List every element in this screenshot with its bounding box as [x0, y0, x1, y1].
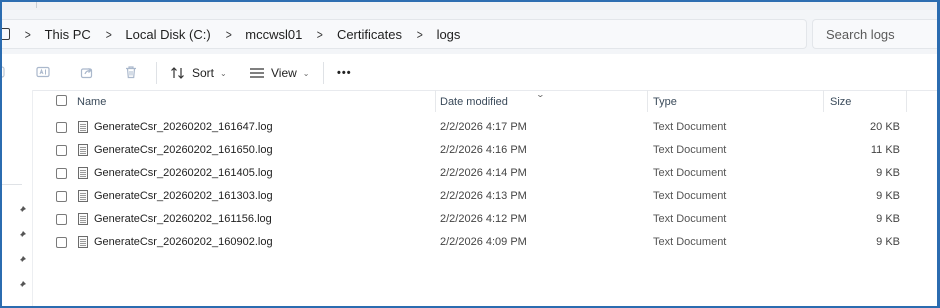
file-size: 11 KB [870, 144, 900, 156]
pin-icon[interactable] [17, 230, 27, 240]
column-header-name[interactable]: Name [77, 96, 106, 108]
file-date-modified: 2/2/2026 4:13 PM [440, 190, 527, 202]
title-bar-strip [0, 0, 937, 10]
view-button[interactable]: View ⌄ [249, 62, 310, 84]
row-checkbox[interactable] [56, 145, 67, 156]
chevron-down-icon: ⌄ [302, 68, 310, 78]
chevron-right-icon[interactable]: > [106, 27, 112, 42]
new-item-icon[interactable] [0, 65, 6, 79]
chevron-down-icon: ⌄ [220, 68, 227, 78]
pin-icon[interactable] [17, 205, 27, 215]
view-label: View [271, 66, 297, 80]
this-pc-icon[interactable] [0, 28, 10, 40]
file-type: Text Document [653, 167, 727, 179]
file-date-modified: 2/2/2026 4:16 PM [440, 144, 527, 156]
row-checkbox[interactable] [56, 237, 67, 248]
address-row: > This PC > Local Disk (C:) > mccwsl01 >… [0, 10, 938, 54]
command-bar: Sort ⌄ View ⌄ ••• [0, 54, 937, 91]
search-input[interactable] [826, 26, 936, 42]
text-file-icon [78, 236, 88, 248]
sort-button[interactable]: Sort ⌄ [170, 62, 227, 84]
file-type: Text Document [653, 144, 727, 156]
column-divider[interactable] [906, 90, 907, 112]
file-date-modified: 2/2/2026 4:12 PM [440, 213, 527, 225]
share-icon[interactable] [80, 65, 94, 79]
text-file-icon [78, 121, 88, 133]
file-size: 9 KB [876, 213, 900, 225]
navigation-pane [0, 90, 32, 306]
file-size: 9 KB [876, 236, 900, 248]
chevron-right-icon[interactable]: > [317, 27, 323, 42]
toolbar-divider [156, 62, 157, 84]
file-type: Text Document [653, 190, 727, 202]
file-row[interactable]: GenerateCsr_20260202_161303.log 2/2/2026… [33, 185, 937, 208]
nav-separator [0, 184, 22, 185]
sort-label: Sort [192, 66, 215, 80]
breadcrumb-local-disk[interactable]: Local Disk (C:) [125, 27, 210, 42]
column-header-date[interactable]: Date modified [440, 96, 508, 108]
pin-icon[interactable] [17, 280, 27, 290]
chevron-right-icon[interactable]: > [25, 27, 31, 42]
toolbar-divider [323, 62, 324, 84]
file-date-modified: 2/2/2026 4:17 PM [440, 121, 527, 133]
breadcrumb-mccwsl01[interactable]: mccwsl01 [245, 27, 302, 42]
row-checkbox[interactable] [56, 122, 67, 133]
file-row[interactable]: GenerateCsr_20260202_161156.log 2/2/2026… [33, 208, 937, 231]
delete-icon[interactable] [124, 65, 138, 79]
text-file-icon [78, 144, 88, 156]
column-header-row: Name ⌄ Date modified Type Size [33, 90, 937, 112]
file-size: 20 KB [870, 121, 900, 133]
column-header-size[interactable]: Size [830, 96, 851, 108]
breadcrumb-logs[interactable]: logs [437, 27, 461, 42]
row-checkbox[interactable] [56, 214, 67, 225]
search-box[interactable] [812, 19, 938, 49]
select-all-checkbox[interactable] [56, 95, 67, 106]
row-checkbox[interactable] [56, 168, 67, 179]
file-row[interactable]: GenerateCsr_20260202_161405.log 2/2/2026… [33, 162, 937, 185]
file-name[interactable]: GenerateCsr_20260202_161303.log [94, 190, 273, 202]
text-file-icon [78, 167, 88, 179]
file-size: 9 KB [876, 167, 900, 179]
row-checkbox[interactable] [56, 191, 67, 202]
file-row[interactable]: GenerateCsr_20260202_160902.log 2/2/2026… [33, 231, 937, 254]
file-type: Text Document [653, 213, 727, 225]
address-bar[interactable]: > This PC > Local Disk (C:) > mccwsl01 >… [0, 19, 807, 49]
file-type: Text Document [653, 236, 727, 248]
breadcrumb-certificates[interactable]: Certificates [337, 27, 402, 42]
see-more-button[interactable]: ••• [337, 62, 352, 84]
file-explorer-window: > This PC > Local Disk (C:) > mccwsl01 >… [0, 0, 938, 306]
chevron-right-icon[interactable]: > [225, 27, 231, 42]
file-name[interactable]: GenerateCsr_20260202_161405.log [94, 167, 273, 179]
file-name[interactable]: GenerateCsr_20260202_161650.log [94, 144, 273, 156]
chevron-right-icon[interactable]: > [417, 27, 423, 42]
file-name[interactable]: GenerateCsr_20260202_161647.log [94, 121, 273, 133]
breadcrumb-this-pc[interactable]: This PC [45, 27, 91, 42]
file-name[interactable]: GenerateCsr_20260202_161156.log [94, 213, 272, 225]
file-size: 9 KB [876, 190, 900, 202]
text-file-icon [78, 213, 88, 225]
file-name[interactable]: GenerateCsr_20260202_160902.log [94, 236, 273, 248]
file-date-modified: 2/2/2026 4:14 PM [440, 167, 527, 179]
view-icon [250, 68, 264, 78]
file-row[interactable]: GenerateCsr_20260202_161647.log 2/2/2026… [33, 116, 937, 139]
tab-edge[interactable] [6, 0, 37, 8]
file-type: Text Document [653, 121, 727, 133]
text-file-icon [78, 190, 88, 202]
column-divider[interactable] [647, 90, 648, 112]
column-header-type[interactable]: Type [653, 96, 677, 108]
rename-icon[interactable] [36, 65, 50, 79]
column-divider[interactable] [435, 90, 436, 112]
sort-direction-icon: ⌄ [535, 90, 546, 99]
file-date-modified: 2/2/2026 4:09 PM [440, 236, 527, 248]
sort-icon [171, 67, 184, 79]
column-divider[interactable] [823, 90, 824, 112]
file-row[interactable]: GenerateCsr_20260202_161650.log 2/2/2026… [33, 139, 937, 162]
pin-icon[interactable] [17, 255, 27, 265]
